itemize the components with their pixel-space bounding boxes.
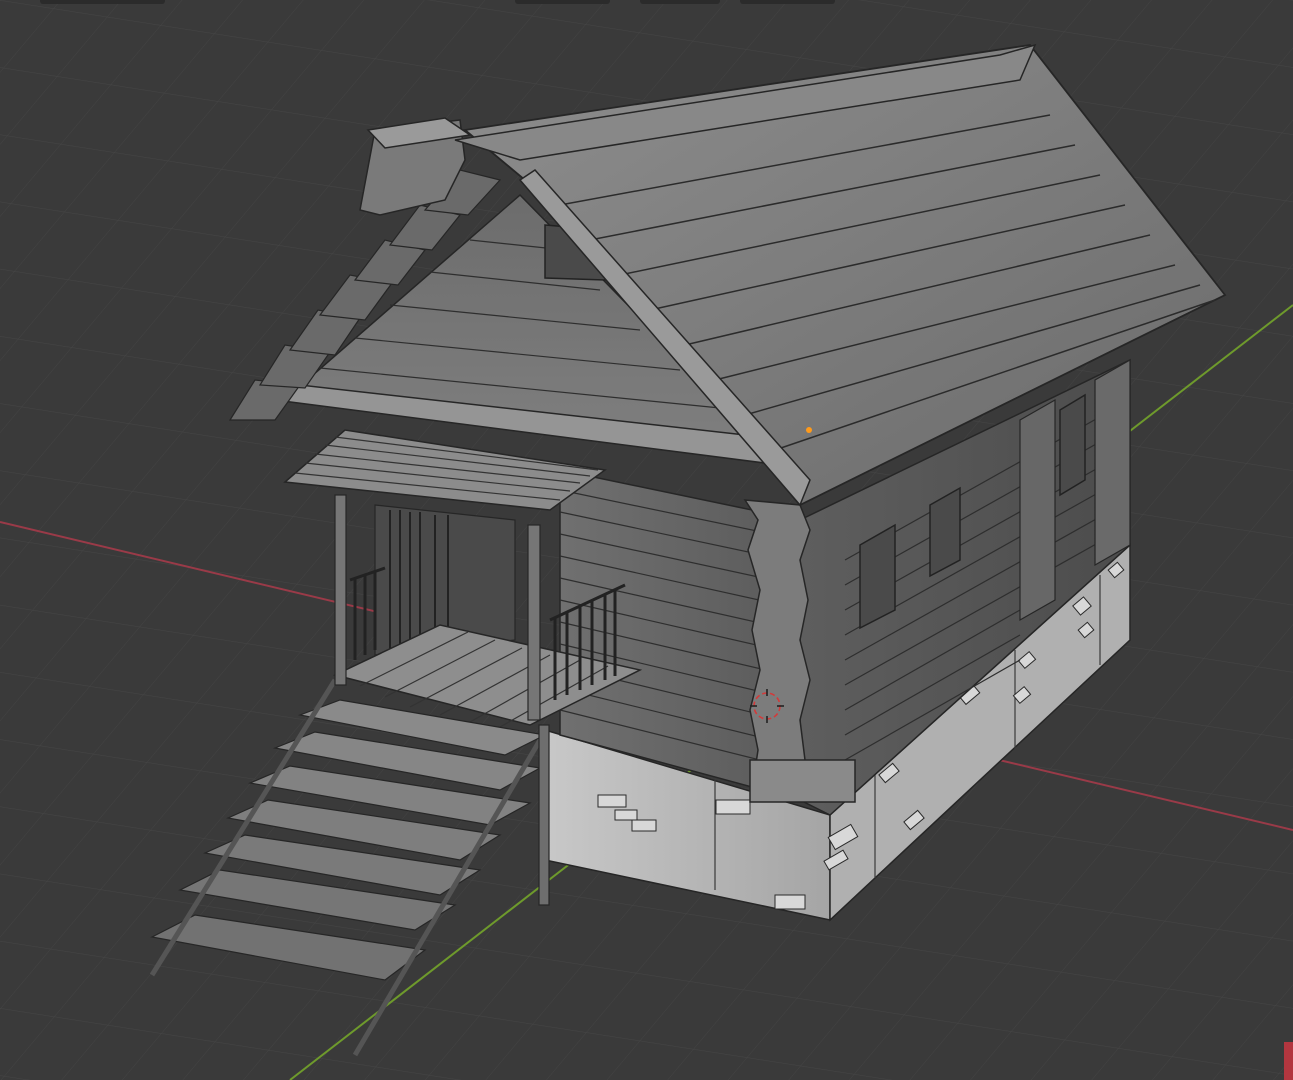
navigation-gizmo-edge[interactable] (1284, 1042, 1293, 1080)
header-tab-left[interactable] (40, 0, 165, 4)
window-3 (1059, 393, 1086, 497)
scene-canvas[interactable] (0, 0, 1293, 1080)
corner-post-base (749, 759, 856, 803)
view-tab-1[interactable] (515, 0, 610, 4)
object-origin-icon[interactable] (806, 427, 812, 433)
porch-post-left (334, 494, 347, 686)
far-corner-post (1094, 358, 1131, 567)
porch-post-right (527, 524, 541, 721)
3d-viewport[interactable] (0, 0, 1293, 1080)
support-post (538, 724, 550, 906)
view-tab-2[interactable] (640, 0, 720, 4)
view-tab-3[interactable] (740, 0, 835, 4)
side-corner-post (1019, 398, 1056, 622)
